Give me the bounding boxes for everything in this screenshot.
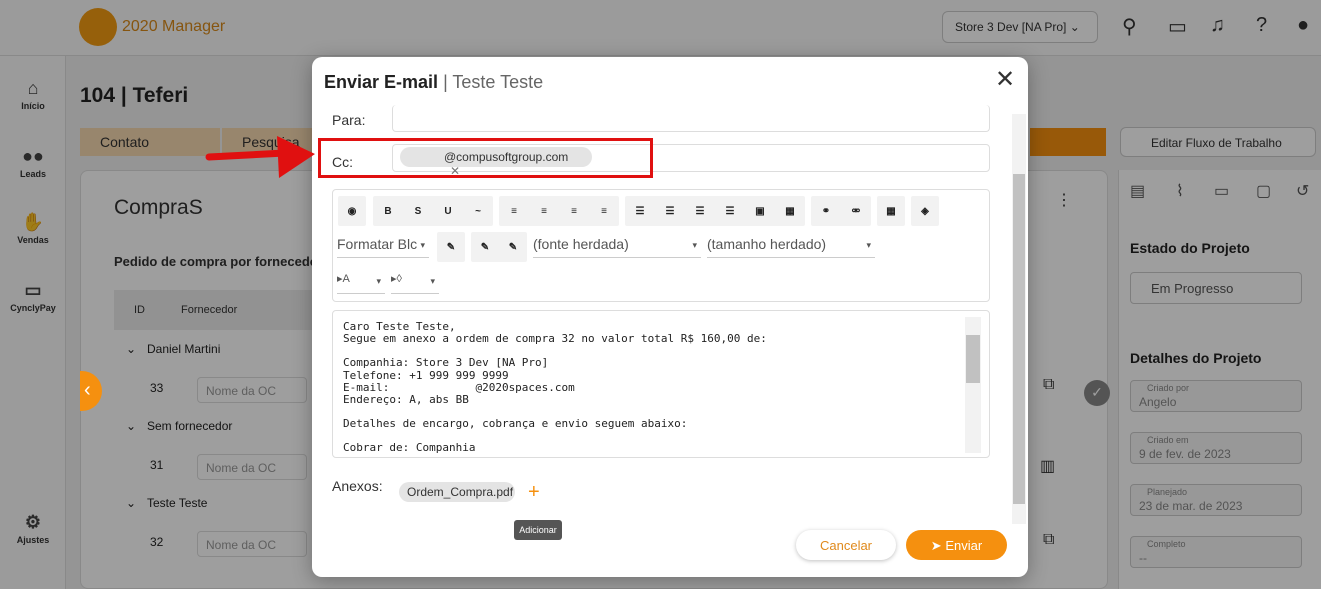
modal-title-main: Enviar E-mail: [324, 72, 439, 92]
underline-icon[interactable]: U: [433, 206, 463, 217]
background-color-select[interactable]: ▸◊ ▾: [391, 268, 439, 294]
toolbar-group-view: ◉: [338, 196, 366, 226]
attachment-chip[interactable]: Ordem_Compra.pdf: [399, 482, 515, 502]
annotation-highlight-box: [318, 138, 653, 178]
fill-color-icon[interactable]: ✎: [499, 242, 527, 253]
annotation-arrow-icon: [205, 136, 315, 178]
dropdown-icon: ▾: [692, 240, 697, 250]
font-color-icon: ▸A: [337, 273, 350, 285]
send-email-modal: Enviar E-mail | Teste Teste ✕ Para: Cc: …: [312, 57, 1028, 577]
dropdown-icon: ▾: [420, 240, 425, 250]
to-field[interactable]: [392, 105, 990, 132]
email-body-text[interactable]: Caro Teste Teste, Segue em anexo a ordem…: [343, 320, 953, 455]
text-color-icon[interactable]: ✎: [471, 242, 499, 253]
body-line: Endereço: A, abs BB: [343, 393, 469, 407]
close-icon[interactable]: ✕: [995, 65, 1015, 94]
outdent-icon[interactable]: ☰: [715, 206, 745, 217]
send-button[interactable]: ➤ Enviar: [906, 530, 1007, 560]
toolbar-group-source: ◈: [911, 196, 939, 226]
background-color-icon: ▸◊: [391, 273, 402, 285]
cancel-button[interactable]: Cancelar: [796, 530, 896, 560]
email-body-editor[interactable]: Caro Teste Teste, Segue em anexo a ordem…: [332, 310, 990, 458]
modal-scrollbar[interactable]: [1012, 114, 1026, 524]
to-label: Para:: [332, 112, 366, 128]
image-icon[interactable]: ▣: [745, 206, 775, 217]
body-line: Companhia: Store 3 Dev [NA Pro]: [343, 356, 549, 370]
font-size-select[interactable]: (tamanho herdado) ▾: [707, 232, 875, 258]
link-icon[interactable]: ⚭: [811, 206, 841, 217]
source-icon[interactable]: ◈: [911, 206, 939, 217]
send-button-label: Enviar: [945, 538, 983, 553]
editor-scroll-thumb[interactable]: [966, 335, 980, 383]
font-color-select[interactable]: ▸A ▾: [337, 268, 385, 294]
body-line: Detalhes de encargo, cobrança e envio se…: [343, 417, 688, 431]
align-right-icon[interactable]: ≡: [559, 206, 589, 217]
align-left-icon[interactable]: ≡: [499, 206, 529, 217]
body-line: Telefone: +1 999 999 9999: [343, 368, 509, 382]
body-line: Cobrar de: Companhia: [343, 441, 476, 455]
unlink-icon[interactable]: ⚮: [841, 206, 871, 217]
format-block-value: Formatar Blc: [337, 236, 418, 252]
dropdown-icon: ▾: [866, 240, 871, 250]
attachments-label: Anexos:: [332, 478, 383, 494]
font-size-value: (tamanho herdado): [707, 236, 827, 252]
paper-plane-icon: ➤: [930, 538, 942, 553]
toolbar-group-color: ✎ ✎: [471, 232, 527, 262]
add-attachment-icon[interactable]: +: [528, 481, 540, 504]
format-block-select[interactable]: Formatar Blc ▾: [337, 232, 429, 258]
format-painter-icon[interactable]: ✎: [437, 242, 465, 253]
modal-title: Enviar E-mail | Teste Teste: [324, 72, 543, 93]
toolbar-group-text: B S U ~: [373, 196, 493, 226]
modal-title-sub: | Teste Teste: [443, 72, 544, 92]
align-center-icon[interactable]: ≡: [529, 206, 559, 217]
grid-icon[interactable]: ▦: [877, 206, 905, 217]
strikethrough-icon[interactable]: S: [403, 206, 433, 217]
toolbar-group-links: ⚭ ⚮: [811, 196, 871, 226]
editor-scrollbar[interactable]: [965, 317, 981, 453]
bold-icon[interactable]: B: [373, 206, 403, 217]
toolbar-group-lists: ☰ ☰ ☰ ☰ ▣ ▦: [625, 196, 805, 226]
indent-icon[interactable]: ☰: [685, 206, 715, 217]
font-family-select[interactable]: (fonte herdada) ▾: [533, 232, 701, 258]
add-tooltip: Adicionar: [514, 520, 562, 540]
table-icon[interactable]: ▦: [775, 206, 805, 217]
font-family-value: (fonte herdada): [533, 236, 629, 252]
clear-format-icon[interactable]: ~: [463, 206, 493, 217]
toolbar-group-grid: ▦: [877, 196, 905, 226]
toolbar-group-paint: ✎: [437, 232, 465, 262]
body-line: Segue em anexo a ordem de compra 32 no v…: [343, 332, 767, 346]
dropdown-icon: ▾: [430, 276, 435, 286]
toolbar-group-align: ≡ ≡ ≡ ≡: [499, 196, 619, 226]
editor-toolbar: ◉ B S U ~ ≡ ≡ ≡ ≡ ☰ ☰ ☰ ☰ ▣ ▦ ⚭ ⚮ ▦ ◈ Formatar Blc ▾ …: [332, 189, 990, 302]
dropdown-icon: ▾: [376, 276, 381, 286]
preview-icon[interactable]: ◉: [338, 206, 366, 217]
modal-scroll-thumb[interactable]: [1013, 174, 1025, 504]
align-justify-icon[interactable]: ≡: [589, 206, 619, 217]
bullet-list-icon[interactable]: ☰: [625, 206, 655, 217]
numbered-list-icon[interactable]: ☰: [655, 206, 685, 217]
